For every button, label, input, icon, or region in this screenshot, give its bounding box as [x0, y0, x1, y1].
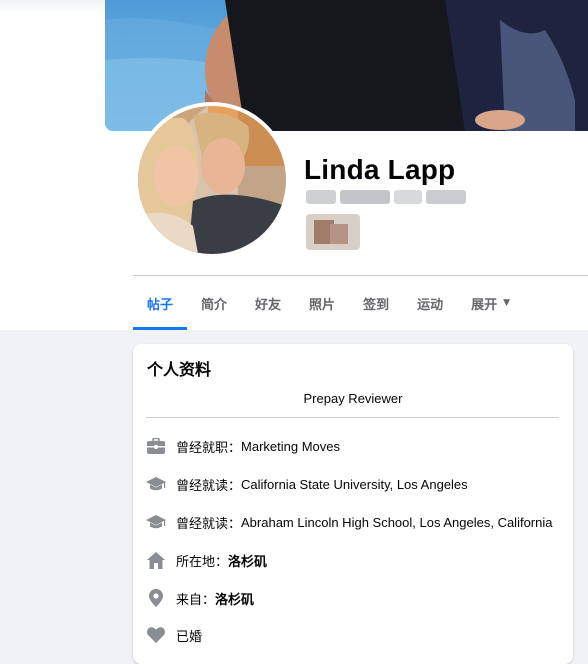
intro-row-label: 已婚 — [176, 629, 203, 645]
profile-tabs: 帖子 简介 好友 照片 签到 运动 展开 ▼ — [133, 276, 524, 330]
tab-label: 运动 — [417, 297, 444, 313]
tab-friends[interactable]: 好友 — [241, 276, 295, 330]
intro-row-from: 来自： 洛杉矶 — [146, 587, 254, 609]
tab-posts[interactable]: 帖子 — [133, 276, 188, 330]
intro-row-value[interactable]: 洛杉矶 — [228, 551, 267, 570]
intro-title: 个人资料 — [147, 360, 212, 379]
tab-more[interactable]: 展开 ▼ — [457, 276, 524, 330]
graduation-cap-icon — [146, 512, 166, 532]
heart-icon — [146, 625, 166, 645]
profile-name: Linda Lapp — [304, 154, 456, 185]
intro-row-value[interactable]: Abraham Lincoln High School, Los Angeles… — [241, 515, 552, 530]
location-pin-icon — [146, 588, 166, 608]
intro-row-value[interactable]: 洛杉矶 — [215, 589, 254, 608]
caret-down-icon: ▼ — [503, 298, 511, 308]
intro-row-label: 来自： — [176, 592, 216, 608]
intro-divider — [146, 417, 559, 418]
avatar-image — [138, 106, 286, 254]
intro-row-relationship: 已婚 — [146, 624, 202, 646]
tab-sports[interactable]: 运动 — [403, 276, 457, 330]
tab-photos[interactable]: 照片 — [295, 276, 349, 330]
intro-row-university: 曾经就读： California State University, Los A… — [146, 473, 468, 495]
intro-row-highschool: 曾经就读： Abraham Lincoln High School, Los A… — [146, 511, 552, 533]
intro-row-value[interactable]: California State University, Los Angeles — [241, 477, 468, 492]
intro-row-work: 曾经就职： Marketing Moves — [146, 435, 340, 457]
graduation-cap-icon — [146, 474, 166, 494]
tab-label: 签到 — [363, 297, 390, 313]
briefcase-icon — [146, 436, 166, 456]
tab-label: 好友 — [255, 297, 282, 313]
tab-label: 帖子 — [147, 297, 174, 313]
intro-card: 个人资料 Prepay Reviewer 曾经就职： Marketing Mov… — [133, 344, 573, 664]
home-icon — [146, 550, 166, 570]
intro-row-label: 所在地： — [176, 554, 229, 570]
tab-about[interactable]: 简介 — [187, 276, 241, 330]
intro-bio: Prepay Reviewer — [303, 391, 403, 406]
intro-row-lives-in: 所在地： 洛杉矶 — [146, 549, 267, 571]
intro-row-label: 曾经就职： — [176, 440, 242, 456]
profile-avatar[interactable] — [134, 102, 290, 258]
top-bar-edge — [0, 0, 105, 14]
blurred-subtitle — [306, 190, 466, 204]
avatar-photo — [138, 106, 286, 254]
intro-row-value[interactable]: Marketing Moves — [241, 439, 340, 454]
blurred-friend-avatars — [306, 214, 360, 250]
tab-checkins[interactable]: 签到 — [349, 276, 403, 330]
tab-label: 展开 — [471, 297, 498, 313]
tab-label: 简介 — [201, 297, 228, 313]
tab-label: 照片 — [309, 297, 336, 313]
intro-row-label: 曾经就读： — [176, 516, 242, 532]
intro-row-label: 曾经就读： — [176, 478, 242, 494]
